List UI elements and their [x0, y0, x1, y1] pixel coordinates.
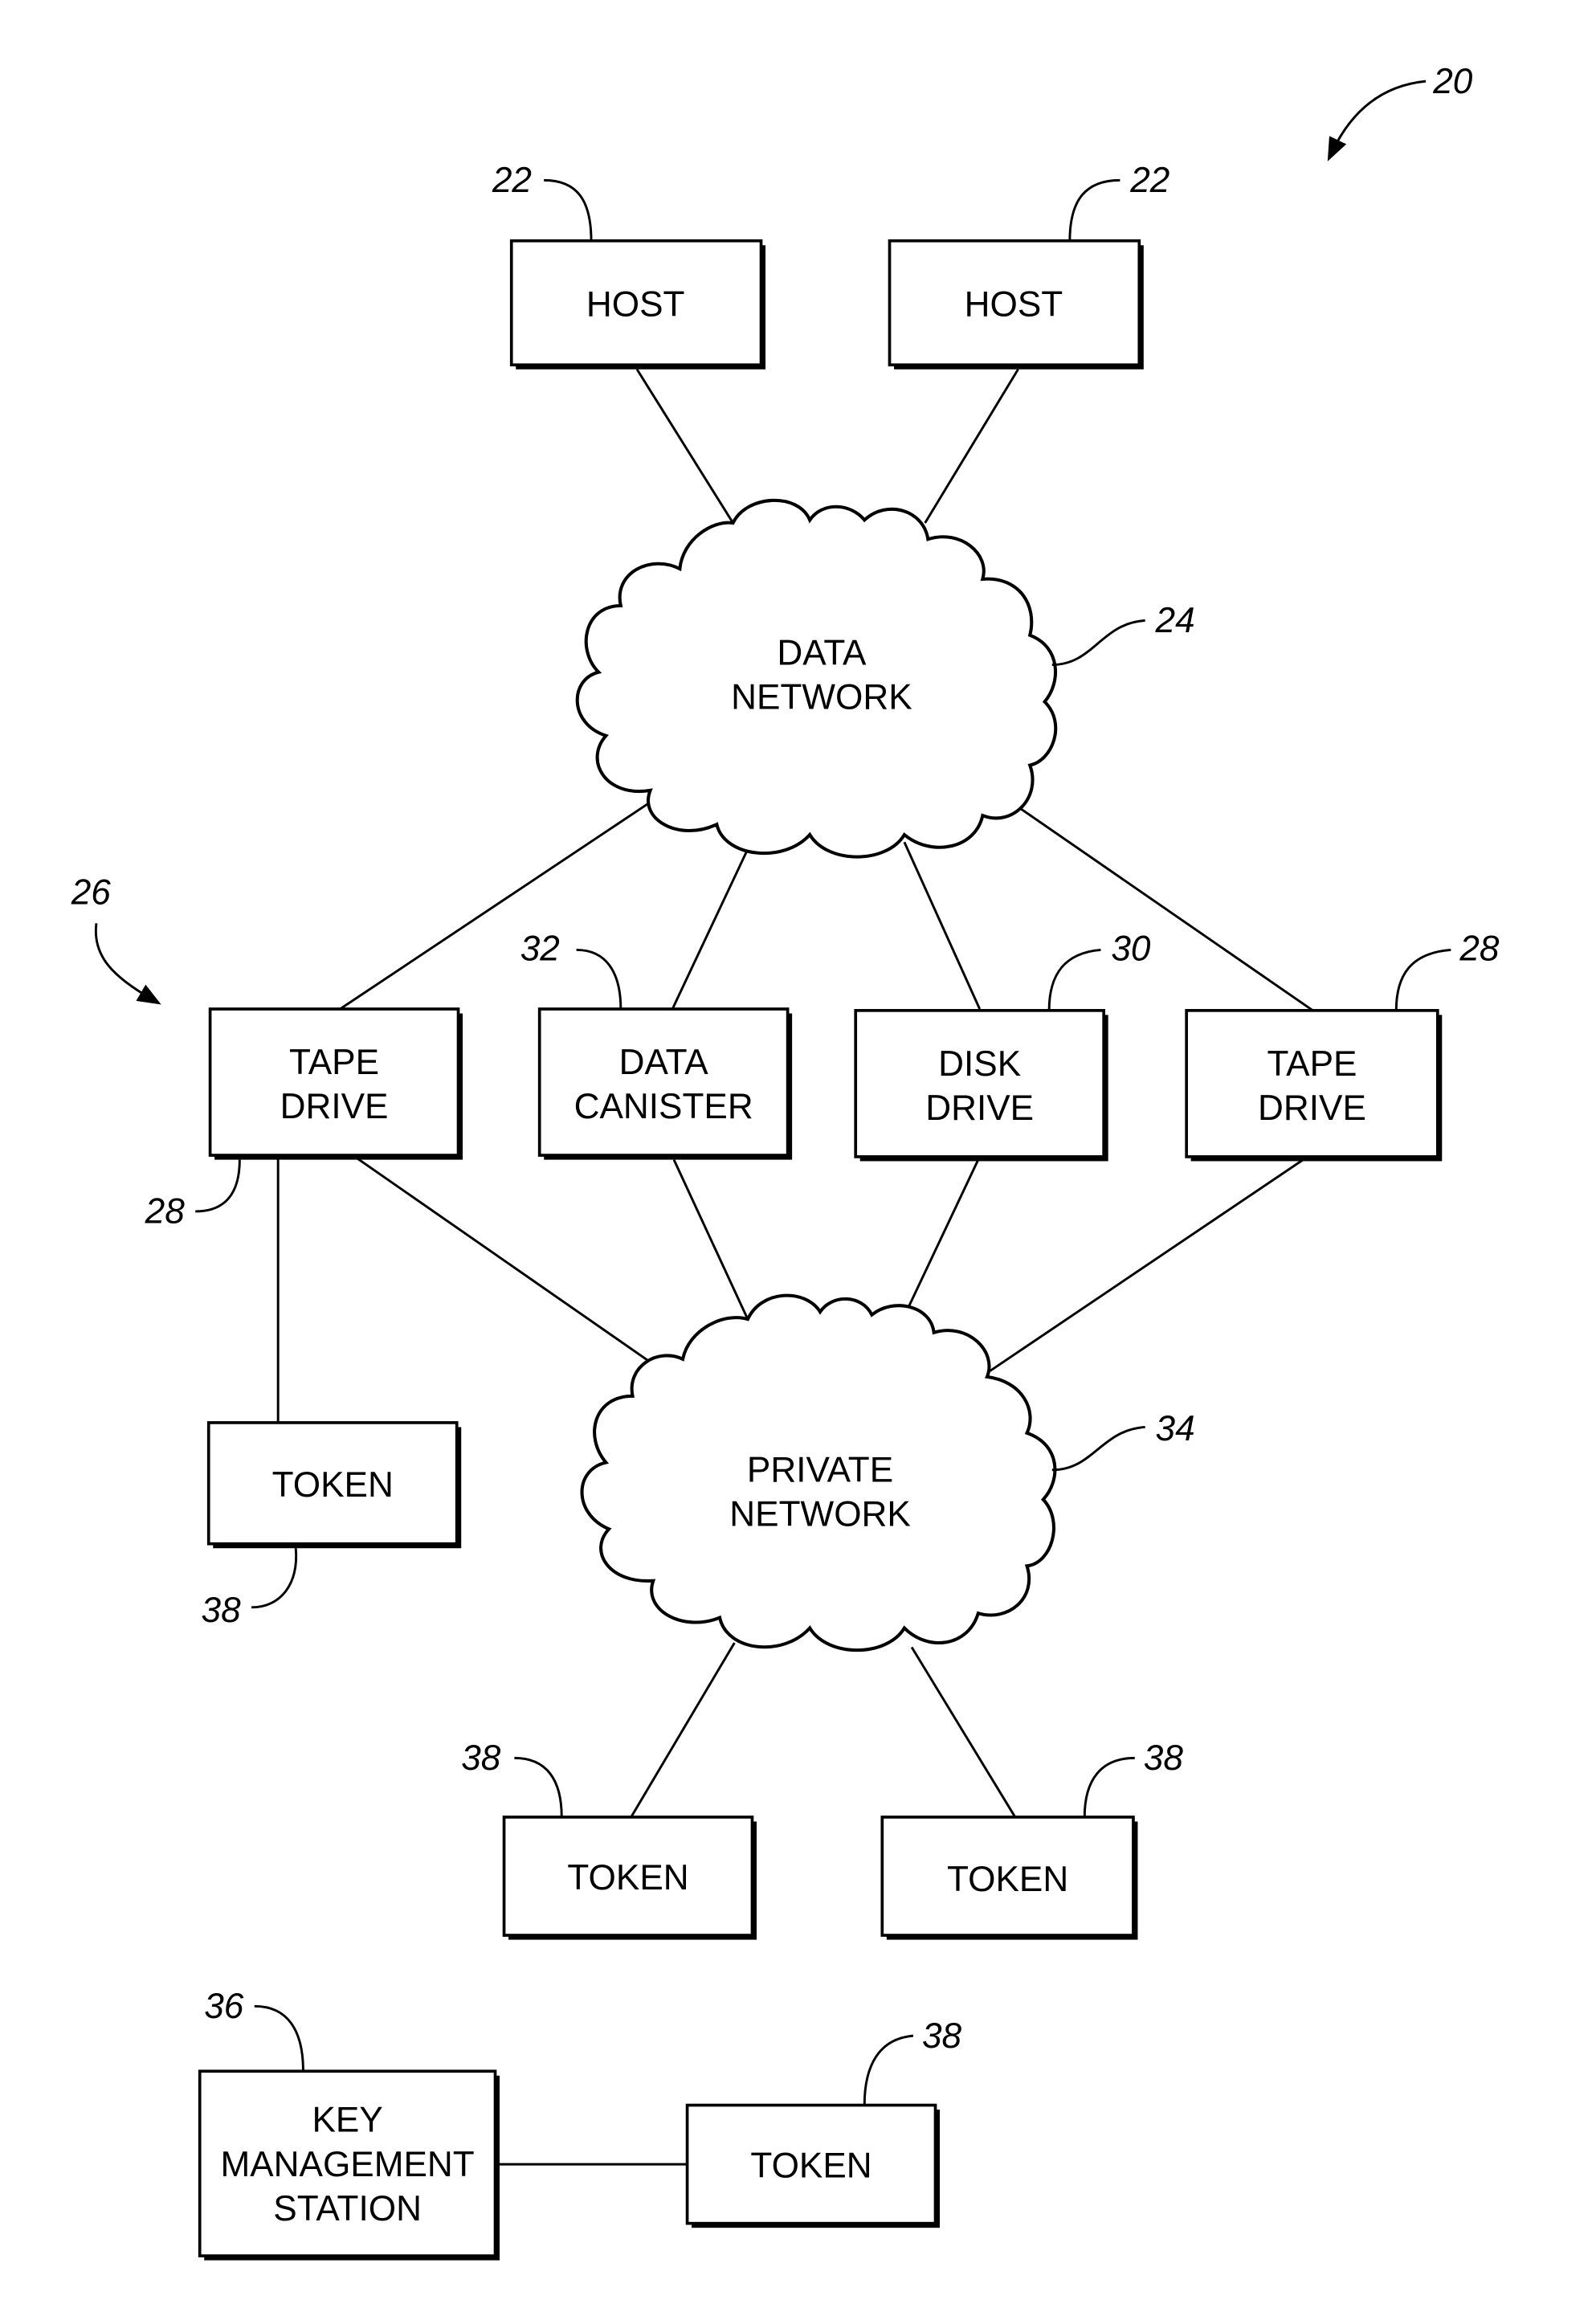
data-network-cloud: DATA NETWORK 24 — [575, 498, 1195, 859]
link-private-network-token-left — [630, 1642, 736, 1818]
ref-label: 28 — [145, 1192, 186, 1232]
host-left-label: HOST — [586, 285, 685, 325]
link-tape-right-private-network — [989, 1158, 1304, 1372]
kms-label-line2: MANAGEMENT — [220, 2145, 474, 2184]
link-private-network-token-right — [910, 1646, 1017, 1818]
link-data-network-tape-right — [1004, 796, 1316, 1013]
tape-drive-right-label-line1: TAPE — [1267, 1044, 1357, 1084]
link-data-network-disk — [903, 841, 982, 1010]
host-left: HOST 22 — [492, 161, 766, 370]
ref-label: 22 — [492, 161, 532, 200]
ref-label: 30 — [1111, 929, 1151, 968]
kms-label-line1: KEY — [312, 2101, 382, 2140]
token-kms: TOKEN 38 — [685, 2016, 962, 2228]
token-mid-left-label: TOKEN — [567, 1858, 688, 1897]
token-mid-right: TOKEN 38 — [880, 1738, 1184, 1940]
ref-label: 38 — [1144, 1738, 1184, 1778]
tape-drive-left-label-line2: DRIVE — [280, 1087, 389, 1126]
link-disk-private-network — [900, 1158, 980, 1323]
private-network-label-line2: NETWORK — [729, 1495, 911, 1534]
link-tape-left-private-network — [353, 1155, 651, 1363]
host-right: HOST 22 — [888, 161, 1169, 370]
data-canister-label-line2: CANISTER — [574, 1087, 753, 1126]
data-network-label-line1: DATA — [777, 634, 867, 673]
ref-label: 38 — [202, 1591, 242, 1630]
link-host-left-data-network — [635, 368, 734, 524]
ref-label: 24 — [1155, 601, 1195, 640]
token-mid-right-label: TOKEN — [947, 1860, 1068, 1899]
patent-diagram: 20 DATA NETWORK 24 PRIVATE NETWORK 34 26 — [71, 62, 1500, 2261]
disk-drive: DISK DRIVE 30 — [854, 929, 1151, 1162]
ref-label: 38 — [461, 1738, 501, 1778]
kms-label-line3: STATION — [273, 2189, 422, 2228]
link-canister-private-network — [672, 1158, 749, 1320]
disk-drive-label-line1: DISK — [938, 1044, 1021, 1084]
host-right-label: HOST — [965, 285, 1063, 325]
tape-drive-right: TAPE DRIVE 28 — [1185, 929, 1500, 1162]
ref-label: 26 — [71, 872, 112, 912]
ref-label: 22 — [1129, 161, 1169, 200]
ref-label: 34 — [1156, 1409, 1195, 1448]
token-left: TOKEN 38 — [202, 1421, 462, 1630]
data-canister-label-line1: DATA — [619, 1043, 709, 1082]
ref-label: 20 — [1432, 62, 1473, 101]
data-network-label-line2: NETWORK — [731, 678, 912, 717]
private-network-label-line1: PRIVATE — [747, 1450, 893, 1489]
key-management-station: KEY MANAGEMENT STATION 36 — [198, 1987, 500, 2261]
link-host-right-data-network — [924, 368, 1019, 524]
link-data-network-canister — [671, 829, 758, 1010]
tape-drive-left-label-line1: TAPE — [289, 1043, 379, 1082]
disk-drive-label-line2: DRIVE — [925, 1089, 1034, 1128]
token-left-label: TOKEN — [272, 1465, 394, 1505]
link-data-network-tape-left — [339, 801, 651, 1011]
token-mid-left: TOKEN 38 — [461, 1738, 757, 1940]
ref-label: 36 — [204, 1987, 244, 2026]
ref-label: 32 — [520, 929, 560, 968]
ref-label: 28 — [1459, 929, 1500, 968]
group-reference-26: 26 — [71, 872, 161, 1005]
figure-reference-20: 20 — [1327, 62, 1473, 161]
private-network-cloud: PRIVATE NETWORK 34 — [580, 1293, 1195, 1652]
data-canister: DATA CANISTER 32 — [520, 929, 793, 1160]
ref-label: 38 — [922, 2016, 962, 2056]
token-kms-label: TOKEN — [750, 2147, 871, 2186]
tape-drive-right-label-line2: DRIVE — [1258, 1089, 1366, 1128]
